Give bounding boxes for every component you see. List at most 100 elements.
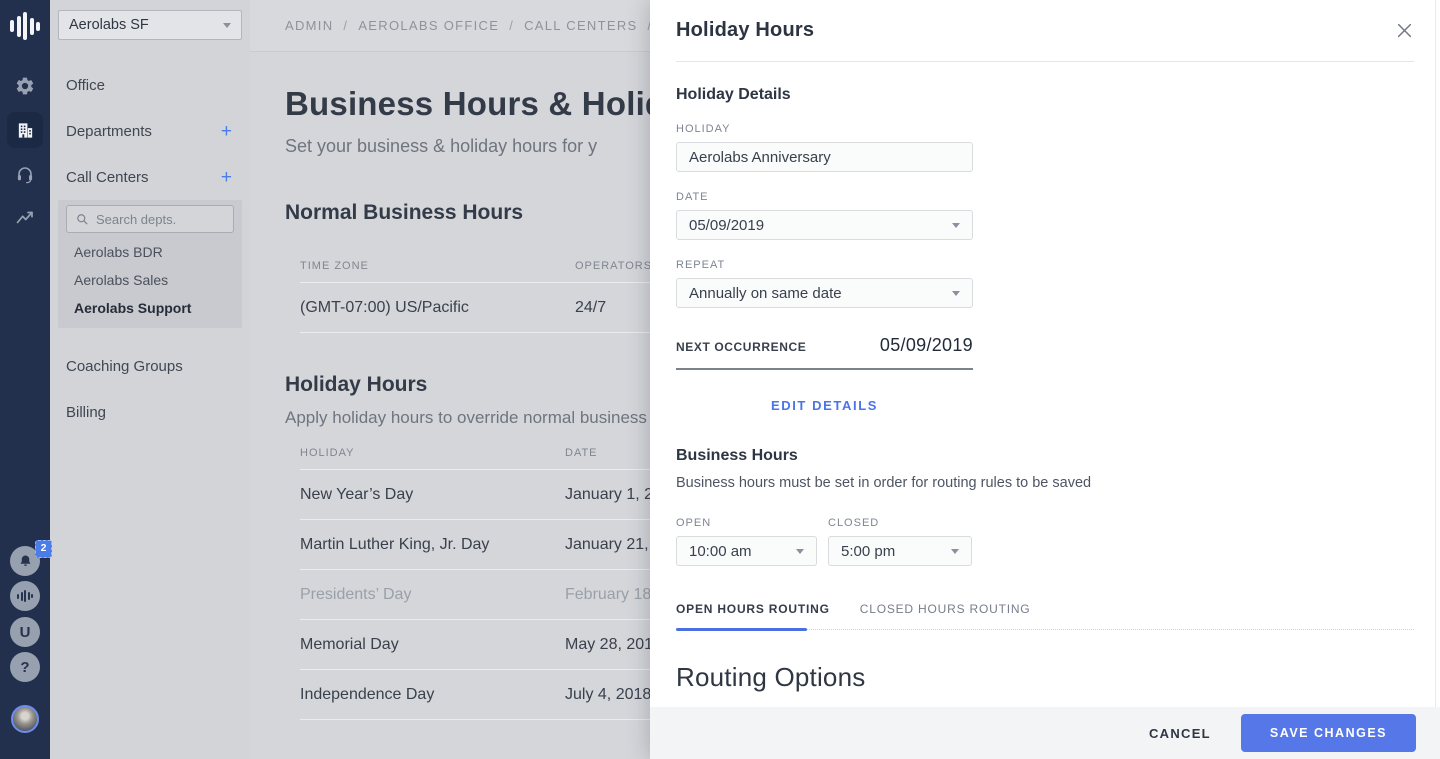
call-center-list-panel: Aerolabs BDR Aerolabs Sales Aerolabs Sup… bbox=[58, 200, 242, 328]
call-center-label: Aerolabs BDR bbox=[74, 244, 163, 260]
call-center-item-sales[interactable]: Aerolabs Sales bbox=[74, 269, 168, 291]
notifications-button[interactable]: 2 bbox=[10, 546, 40, 576]
notification-count-badge: 2 bbox=[35, 540, 52, 558]
holiday-name-cell: Independence Day bbox=[300, 686, 565, 704]
open-time-select[interactable]: 10:00 am bbox=[676, 536, 817, 566]
dialpad-circle-icon bbox=[10, 581, 40, 611]
admin-sidebar: Aerolabs SF Office Departments + Call Ce… bbox=[50, 0, 250, 759]
holiday-field-label: HOLIDAY bbox=[676, 123, 1414, 135]
holiday-date-cell: January 21, 2 bbox=[565, 536, 662, 554]
chevron-down-icon bbox=[951, 549, 959, 554]
office-selector-dropdown[interactable]: Aerolabs SF bbox=[58, 10, 242, 40]
holiday-name-cell: Martin Luther King, Jr. Day bbox=[300, 536, 565, 554]
column-date: DATE bbox=[565, 447, 598, 459]
search-icon bbox=[76, 213, 89, 226]
holiday-date-cell: January 1, 20 bbox=[565, 486, 662, 504]
sidebar-item-departments[interactable]: Departments + bbox=[66, 119, 242, 143]
cancel-button[interactable]: CANCEL bbox=[1149, 726, 1211, 741]
app-root: 2 U ? Aerolabs SF Office D bbox=[0, 0, 1440, 759]
icon-rail: 2 U ? bbox=[0, 0, 50, 759]
routing-options-heading: Routing Options bbox=[676, 662, 1414, 693]
modal-title: Holiday Hours bbox=[676, 19, 814, 42]
chevron-down-icon bbox=[223, 23, 231, 28]
holiday-name-cell: New Year’s Day bbox=[300, 486, 565, 504]
closed-label: CLOSED bbox=[828, 517, 972, 529]
sidebar-item-label: Billing bbox=[66, 404, 106, 421]
edit-details-link[interactable]: EDIT DETAILS bbox=[676, 398, 973, 413]
sidebar-item-label: Office bbox=[66, 77, 105, 94]
holiday-name-input[interactable]: Aerolabs Anniversary bbox=[676, 142, 973, 172]
support-headset-icon[interactable] bbox=[15, 164, 35, 184]
holiday-name-value: Aerolabs Anniversary bbox=[689, 149, 831, 166]
holiday-name-cell: Presidents’ Day bbox=[300, 586, 565, 604]
chevron-down-icon bbox=[796, 549, 804, 554]
breadcrumb-admin[interactable]: ADMIN bbox=[285, 18, 333, 33]
sidebar-item-label: Departments bbox=[66, 123, 152, 140]
open-time-value: 10:00 am bbox=[689, 543, 752, 560]
close-icon[interactable] bbox=[1394, 21, 1414, 41]
sidebar-item-label: Call Centers bbox=[66, 169, 149, 186]
dialpad-wave-icon bbox=[10, 12, 40, 40]
breadcrumb-separator: / bbox=[343, 18, 348, 33]
department-search[interactable] bbox=[66, 205, 234, 233]
repeat-value: Annually on same date bbox=[689, 285, 842, 302]
sidebar-item-label: Coaching Groups bbox=[66, 358, 183, 375]
sidebar-item-call-centers[interactable]: Call Centers + bbox=[66, 165, 242, 189]
date-field-label: DATE bbox=[676, 191, 1414, 203]
holiday-date-cell: July 4, 2018 bbox=[565, 686, 651, 704]
add-call-center-button[interactable]: + bbox=[221, 168, 232, 187]
modal-footer: CANCEL SAVE CHANGES bbox=[650, 707, 1440, 759]
next-occurrence-value: 05/09/2019 bbox=[880, 335, 973, 356]
sidebar-item-office[interactable]: Office bbox=[66, 73, 242, 97]
office-nav-active[interactable] bbox=[7, 112, 43, 148]
help-icon: ? bbox=[10, 652, 40, 682]
breadcrumb-call-centers[interactable]: CALL CENTERS bbox=[524, 18, 637, 33]
bell-icon bbox=[18, 554, 33, 569]
date-select[interactable]: 05/09/2019 bbox=[676, 210, 973, 240]
call-center-label: Aerolabs Support bbox=[74, 300, 191, 316]
repeat-field-label: REPEAT bbox=[676, 259, 1414, 271]
tab-open-hours-routing[interactable]: OPEN HOURS ROUTING bbox=[676, 602, 830, 629]
dialpad-logo-icon[interactable] bbox=[10, 12, 40, 40]
operators-cell: 24/7 bbox=[575, 299, 606, 317]
save-changes-button[interactable]: SAVE CHANGES bbox=[1241, 714, 1416, 752]
open-label: OPEN bbox=[676, 517, 817, 529]
column-time-zone: TIME ZONE bbox=[300, 260, 575, 272]
analytics-trend-icon[interactable] bbox=[15, 208, 35, 228]
sidebar-item-coaching-groups[interactable]: Coaching Groups bbox=[66, 354, 242, 378]
holiday-name-cell: Memorial Day bbox=[300, 636, 565, 654]
help-button[interactable]: ? bbox=[10, 652, 40, 682]
breadcrumb-separator: / bbox=[509, 18, 514, 33]
holiday-hours-modal: Holiday Hours Holiday Details HOLIDAY Ae… bbox=[650, 0, 1440, 759]
sidebar-item-billing[interactable]: Billing bbox=[66, 400, 242, 424]
settings-gear-icon[interactable] bbox=[15, 76, 36, 97]
tab-closed-hours-routing[interactable]: CLOSED HOURS ROUTING bbox=[860, 602, 1031, 629]
routing-tabs: OPEN HOURS ROUTING CLOSED HOURS ROUTING bbox=[676, 602, 1414, 630]
avatar-photo bbox=[11, 705, 39, 733]
search-input[interactable] bbox=[96, 212, 216, 227]
user-avatar[interactable] bbox=[11, 705, 39, 733]
call-center-item-support-selected[interactable]: Aerolabs Support bbox=[74, 297, 191, 319]
holiday-details-heading: Holiday Details bbox=[676, 86, 1414, 104]
holiday-date-cell: May 28, 2018 bbox=[565, 636, 662, 654]
add-department-button[interactable]: + bbox=[221, 122, 232, 141]
closed-time-select[interactable]: 5:00 pm bbox=[828, 536, 972, 566]
next-occurrence-label: NEXT OCCURRENCE bbox=[676, 340, 806, 354]
office-selector-value: Aerolabs SF bbox=[69, 17, 149, 33]
breadcrumb-office[interactable]: AEROLABS OFFICE bbox=[358, 18, 499, 33]
next-occurrence-row: NEXT OCCURRENCE 05/09/2019 bbox=[676, 335, 973, 370]
repeat-select[interactable]: Annually on same date bbox=[676, 278, 973, 308]
uservoice-icon: U bbox=[10, 617, 40, 647]
business-hours-subtitle: Business hours must be set in order for … bbox=[676, 475, 1414, 491]
call-center-label: Aerolabs Sales bbox=[74, 272, 168, 288]
chevron-down-icon bbox=[952, 291, 960, 296]
uservoice-button[interactable]: U bbox=[10, 617, 40, 647]
time-zone-cell: (GMT-07:00) US/Pacific bbox=[300, 299, 575, 317]
dialpad-app-button[interactable] bbox=[10, 581, 40, 611]
column-holiday: HOLIDAY bbox=[300, 447, 565, 459]
chevron-down-icon bbox=[952, 223, 960, 228]
call-center-item-bdr[interactable]: Aerolabs BDR bbox=[74, 241, 163, 263]
closed-time-value: 5:00 pm bbox=[841, 543, 895, 560]
date-value: 05/09/2019 bbox=[689, 217, 764, 234]
holiday-date-cell: February 18, bbox=[565, 586, 656, 604]
